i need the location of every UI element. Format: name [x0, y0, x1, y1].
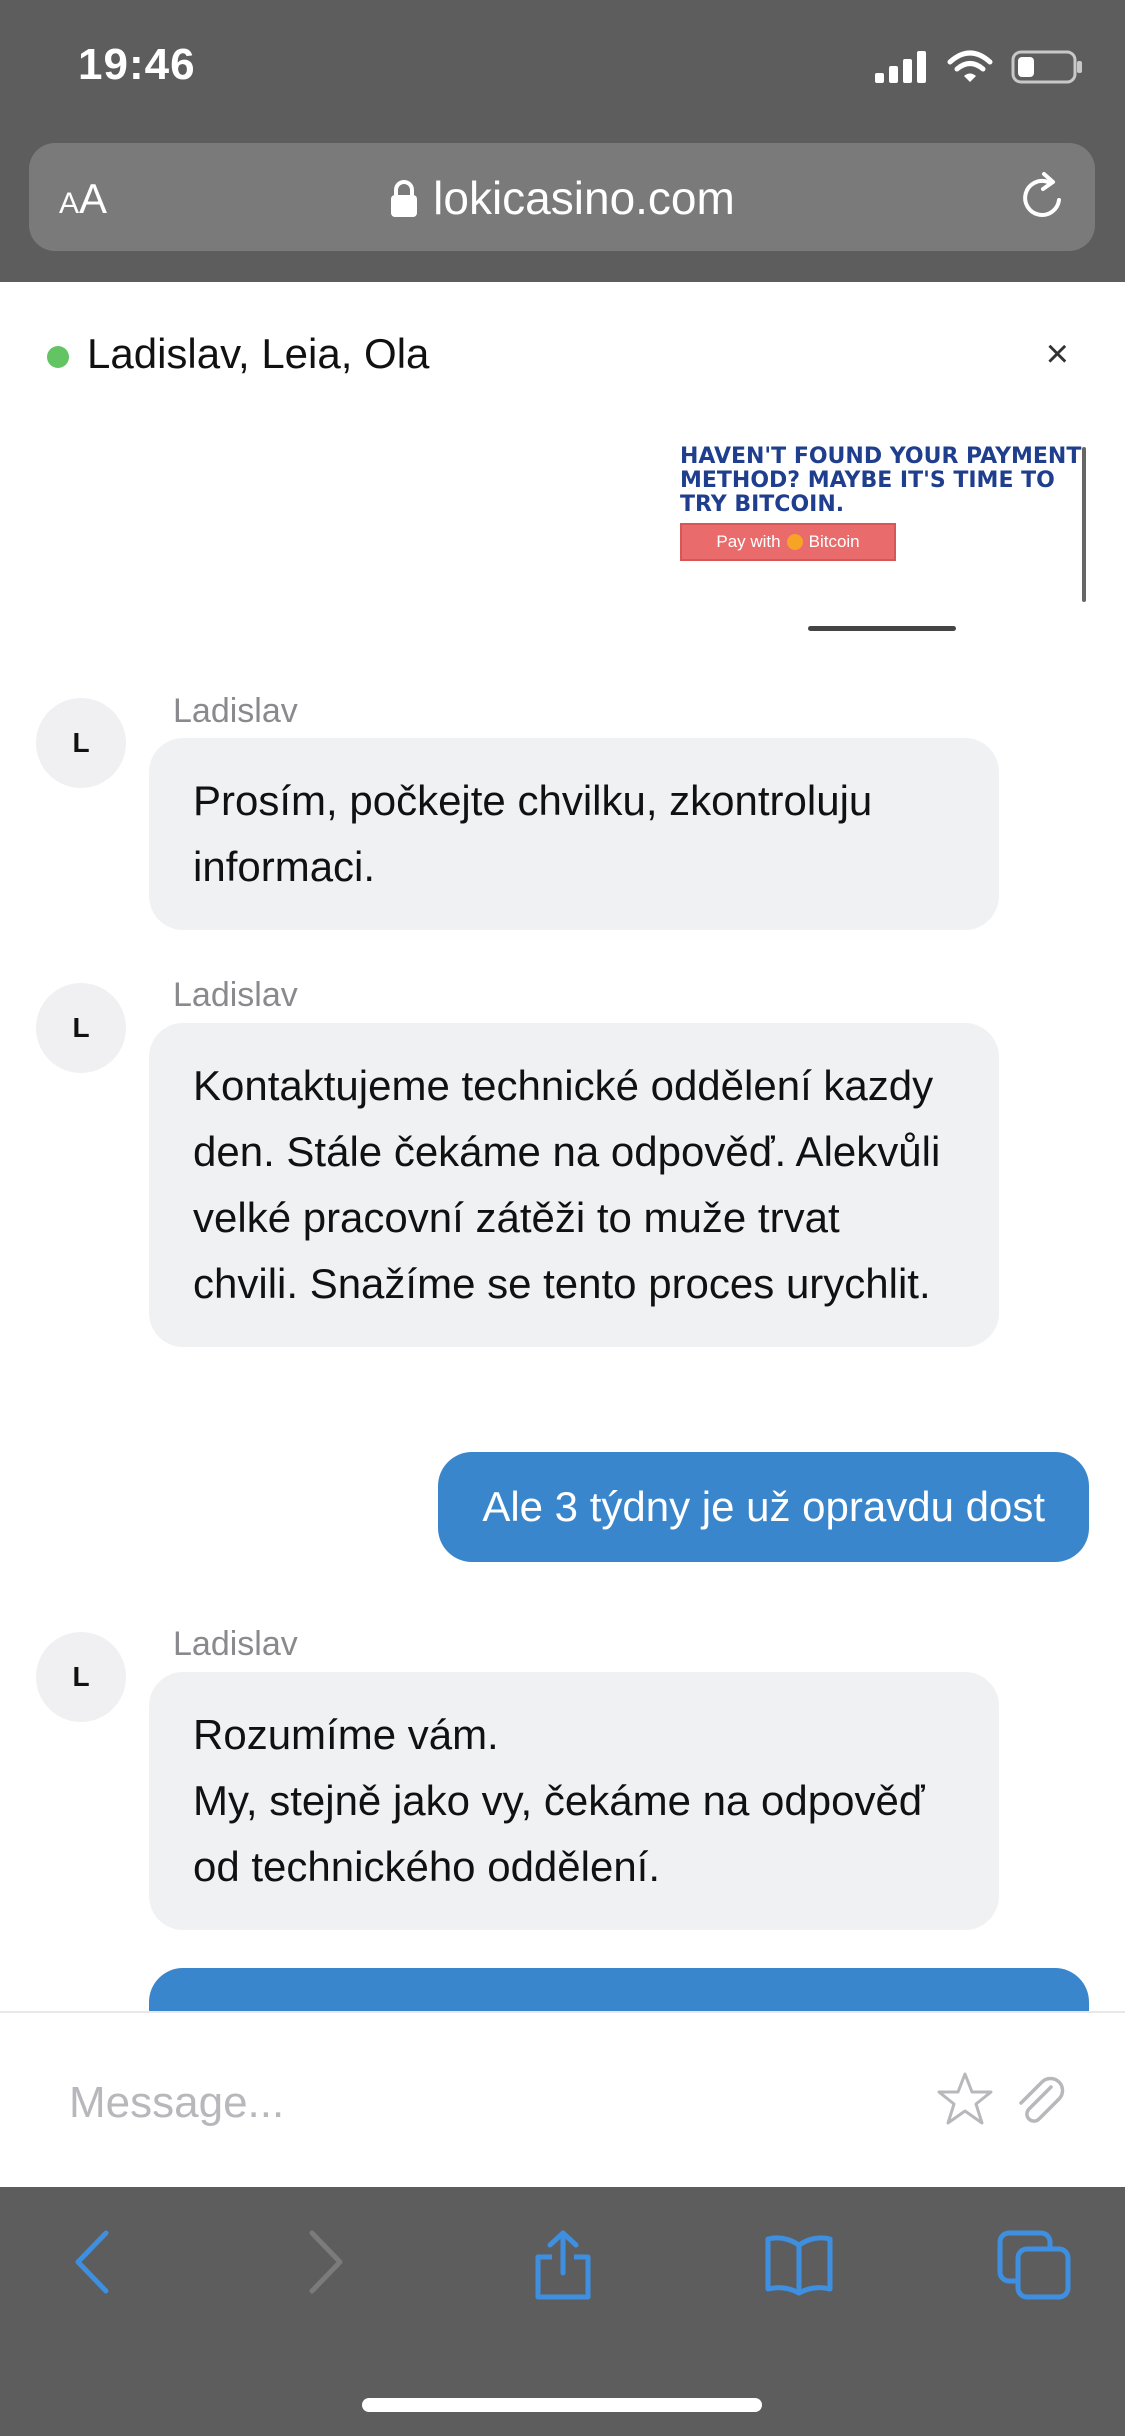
- online-status-dot: [47, 346, 69, 368]
- url-display[interactable]: lokicasino.com: [29, 171, 1095, 225]
- status-time: 19:46: [78, 40, 196, 89]
- pay-with-bitcoin-button[interactable]: Pay with Bitcoin: [680, 523, 896, 561]
- close-chat-button[interactable]: ×: [1046, 332, 1069, 377]
- banner-divider: [808, 626, 956, 631]
- bitcoin-promo-banner[interactable]: HAVEN'T FOUND YOUR PAYMENT METHOD? MAYBE…: [680, 445, 1090, 635]
- signal-icon: [875, 51, 926, 83]
- own-message-partial: [149, 1968, 1089, 2013]
- pay-button-coin: Bitcoin: [808, 532, 860, 551]
- lock-icon: [391, 180, 418, 217]
- pay-button-prefix: Pay with: [716, 532, 781, 551]
- reload-icon[interactable]: [1015, 170, 1069, 224]
- message-sender: Ladislav: [173, 692, 298, 730]
- browser-top-chrome: 19:46 AA lokicasino.com: [0, 0, 1125, 282]
- browser-bottom-toolbar: [0, 2187, 1125, 2436]
- incoming-message: Rozumíme vám. My, stejně jako vy, čekáme…: [149, 1672, 999, 1930]
- chat-header: Ladislav, Leia, Ola ×: [0, 282, 1125, 432]
- star-icon[interactable]: [935, 2069, 995, 2129]
- own-message: Ale 3 týdny je už opravdu dost: [438, 1452, 1089, 1562]
- chat-participants: Ladislav, Leia, Ola: [87, 330, 430, 377]
- message-sender: Ladislav: [173, 976, 298, 1014]
- message-sender: Ladislav: [173, 1625, 298, 1663]
- battery-icon: [1011, 50, 1082, 84]
- message-composer: Message...: [0, 2011, 1125, 2188]
- forward-icon[interactable]: [304, 2227, 348, 2297]
- banner-headline: HAVEN'T FOUND YOUR PAYMENT METHOD? MAYBE…: [680, 444, 1082, 517]
- banner-scrollbar[interactable]: [1082, 447, 1086, 602]
- bitcoin-icon: [786, 534, 803, 550]
- address-bar[interactable]: AA lokicasino.com: [29, 143, 1095, 251]
- back-icon[interactable]: [70, 2227, 114, 2297]
- url-text: lokicasino.com: [433, 172, 735, 224]
- share-icon[interactable]: [530, 2229, 596, 2301]
- agent-avatar: L: [36, 1632, 126, 1722]
- agent-avatar: L: [36, 698, 126, 788]
- bookmarks-icon[interactable]: [764, 2233, 834, 2297]
- status-icons: [875, 50, 1083, 84]
- agent-avatar: L: [36, 983, 126, 1073]
- home-indicator: [362, 2398, 762, 2412]
- incoming-message: Prosím, počkejte chvilku, zkontroluju in…: [149, 738, 999, 930]
- wifi-icon: [947, 50, 993, 82]
- incoming-message: Kontaktujeme technické oddělení kazdy de…: [149, 1023, 999, 1347]
- tabs-icon[interactable]: [996, 2229, 1072, 2301]
- message-input[interactable]: Message...: [69, 2078, 284, 2128]
- paperclip-icon[interactable]: [1009, 2069, 1069, 2129]
